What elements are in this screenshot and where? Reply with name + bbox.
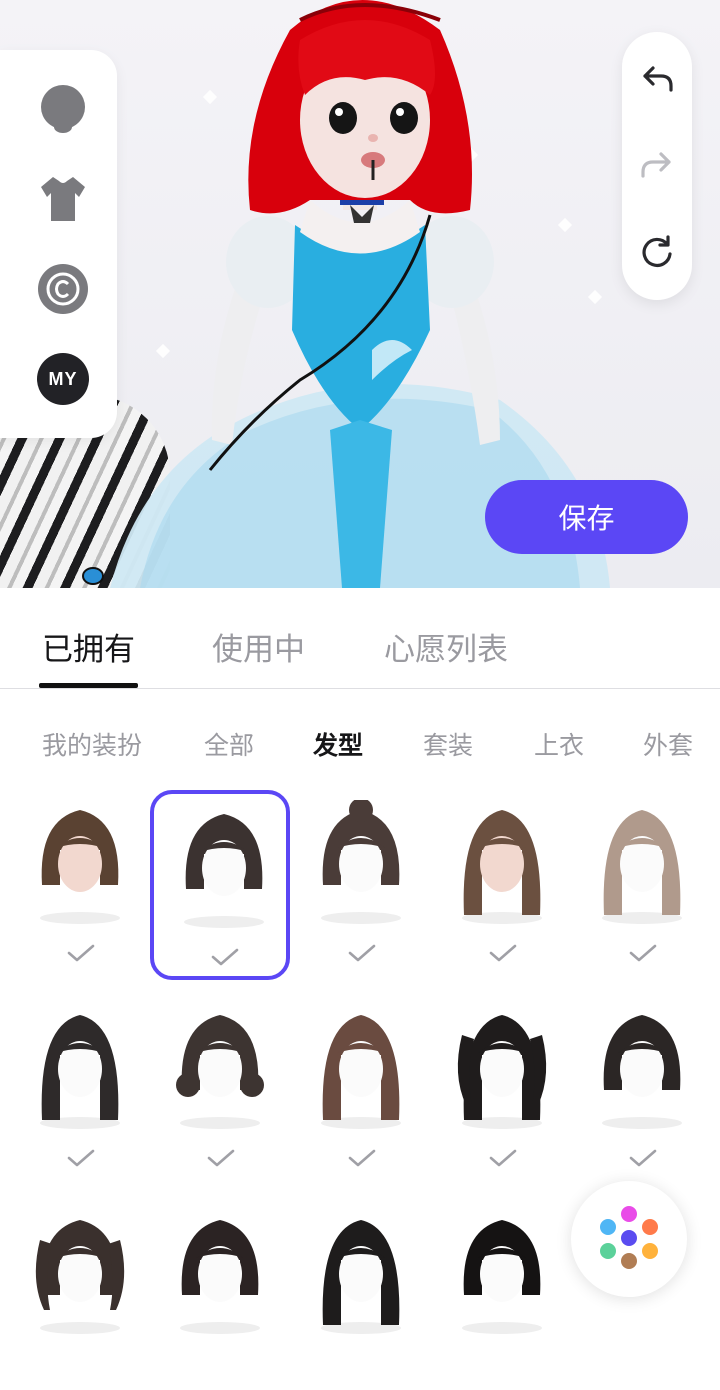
hairstyle-item[interactable]	[291, 1200, 431, 1390]
hairstyle-item[interactable]	[150, 995, 290, 1185]
head-category-button[interactable]	[36, 82, 90, 136]
hairstyle-item[interactable]	[150, 790, 290, 980]
hairstyle-thumbnail	[40, 1015, 120, 1129]
hairstyle-thumbnail	[40, 810, 120, 924]
owned-check-icon	[489, 944, 517, 962]
hairstyle-item[interactable]	[10, 1200, 150, 1390]
category-rail: MY	[0, 50, 117, 438]
subtab-tops[interactable]: 上衣	[534, 726, 584, 762]
hairstyle-thumbnail	[462, 810, 542, 924]
hairstyle-thumbnail	[321, 1015, 401, 1129]
hairstyle-thumbnail	[180, 1220, 260, 1334]
hairstyle-item[interactable]	[572, 995, 712, 1185]
hairstyle-item[interactable]	[572, 790, 712, 980]
hairstyle-item[interactable]	[291, 995, 431, 1185]
subtab-outerwear[interactable]: 外套	[643, 726, 693, 762]
history-controls	[622, 32, 692, 300]
reset-button[interactable]	[637, 232, 677, 272]
copyright-icon	[38, 264, 88, 314]
redo-icon	[641, 152, 671, 178]
active-tab-indicator	[39, 683, 138, 688]
hairstyle-item[interactable]	[10, 995, 150, 1185]
my-badge: MY	[37, 353, 89, 405]
hairstyle-thumbnail	[35, 1220, 125, 1334]
save-button[interactable]: 保存	[485, 480, 688, 554]
tab-wishlist[interactable]: 心愿列表	[384, 624, 508, 669]
hairstyle-item[interactable]	[291, 790, 431, 980]
color-palette-button[interactable]	[571, 1181, 687, 1297]
avatar-stage: MY 保存	[0, 0, 720, 588]
subtab-hairstyle[interactable]: 发型	[313, 726, 363, 762]
owned-check-icon	[629, 1149, 657, 1167]
tab-owned[interactable]: 已拥有	[42, 624, 135, 669]
ownership-tabs: 已拥有 使用中 心愿列表	[0, 588, 720, 689]
subtab-all[interactable]: 全部	[204, 726, 254, 762]
hairstyle-item[interactable]	[432, 790, 572, 980]
subtab-sets[interactable]: 套装	[423, 726, 473, 762]
subtab-my-outfits[interactable]: 我的装扮	[42, 726, 142, 762]
copyright-category-button[interactable]	[36, 262, 90, 316]
head-icon	[41, 85, 85, 133]
hairstyle-thumbnail	[602, 1015, 682, 1129]
tshirt-icon	[41, 177, 85, 221]
owned-check-icon	[207, 1149, 235, 1167]
tab-in-use[interactable]: 使用中	[212, 624, 305, 669]
owned-check-icon	[67, 1149, 95, 1167]
hairstyle-thumbnail	[602, 810, 682, 924]
hairstyle-thumbnail	[321, 1220, 401, 1334]
my-category-button[interactable]: MY	[36, 352, 90, 406]
undo-icon	[643, 66, 673, 92]
hairstyle-item[interactable]	[10, 790, 150, 980]
color-palette-icon	[600, 1206, 658, 1269]
owned-check-icon	[348, 944, 376, 962]
subcategory-bar: 我的装扮 全部 发型 套装 上衣 外套	[0, 716, 720, 768]
hairstyle-thumbnail	[321, 800, 401, 924]
hairstyle-item[interactable]	[432, 995, 572, 1185]
undo-button[interactable]	[637, 60, 677, 100]
redo-button[interactable]	[637, 146, 677, 186]
owned-check-icon	[348, 1149, 376, 1167]
owned-check-icon	[211, 948, 239, 966]
owned-check-icon	[629, 944, 657, 962]
owned-check-icon	[67, 944, 95, 962]
hairstyle-thumbnail	[457, 1015, 547, 1129]
hairstyle-item[interactable]	[432, 1200, 572, 1390]
hairstyle-thumbnail	[462, 1220, 542, 1334]
refresh-icon	[642, 235, 672, 267]
clothing-category-button[interactable]	[36, 172, 90, 226]
hairstyle-item[interactable]	[150, 1200, 290, 1390]
hairstyle-thumbnail	[176, 1015, 264, 1129]
owned-check-icon	[489, 1149, 517, 1167]
hairstyle-thumbnail	[184, 814, 264, 928]
